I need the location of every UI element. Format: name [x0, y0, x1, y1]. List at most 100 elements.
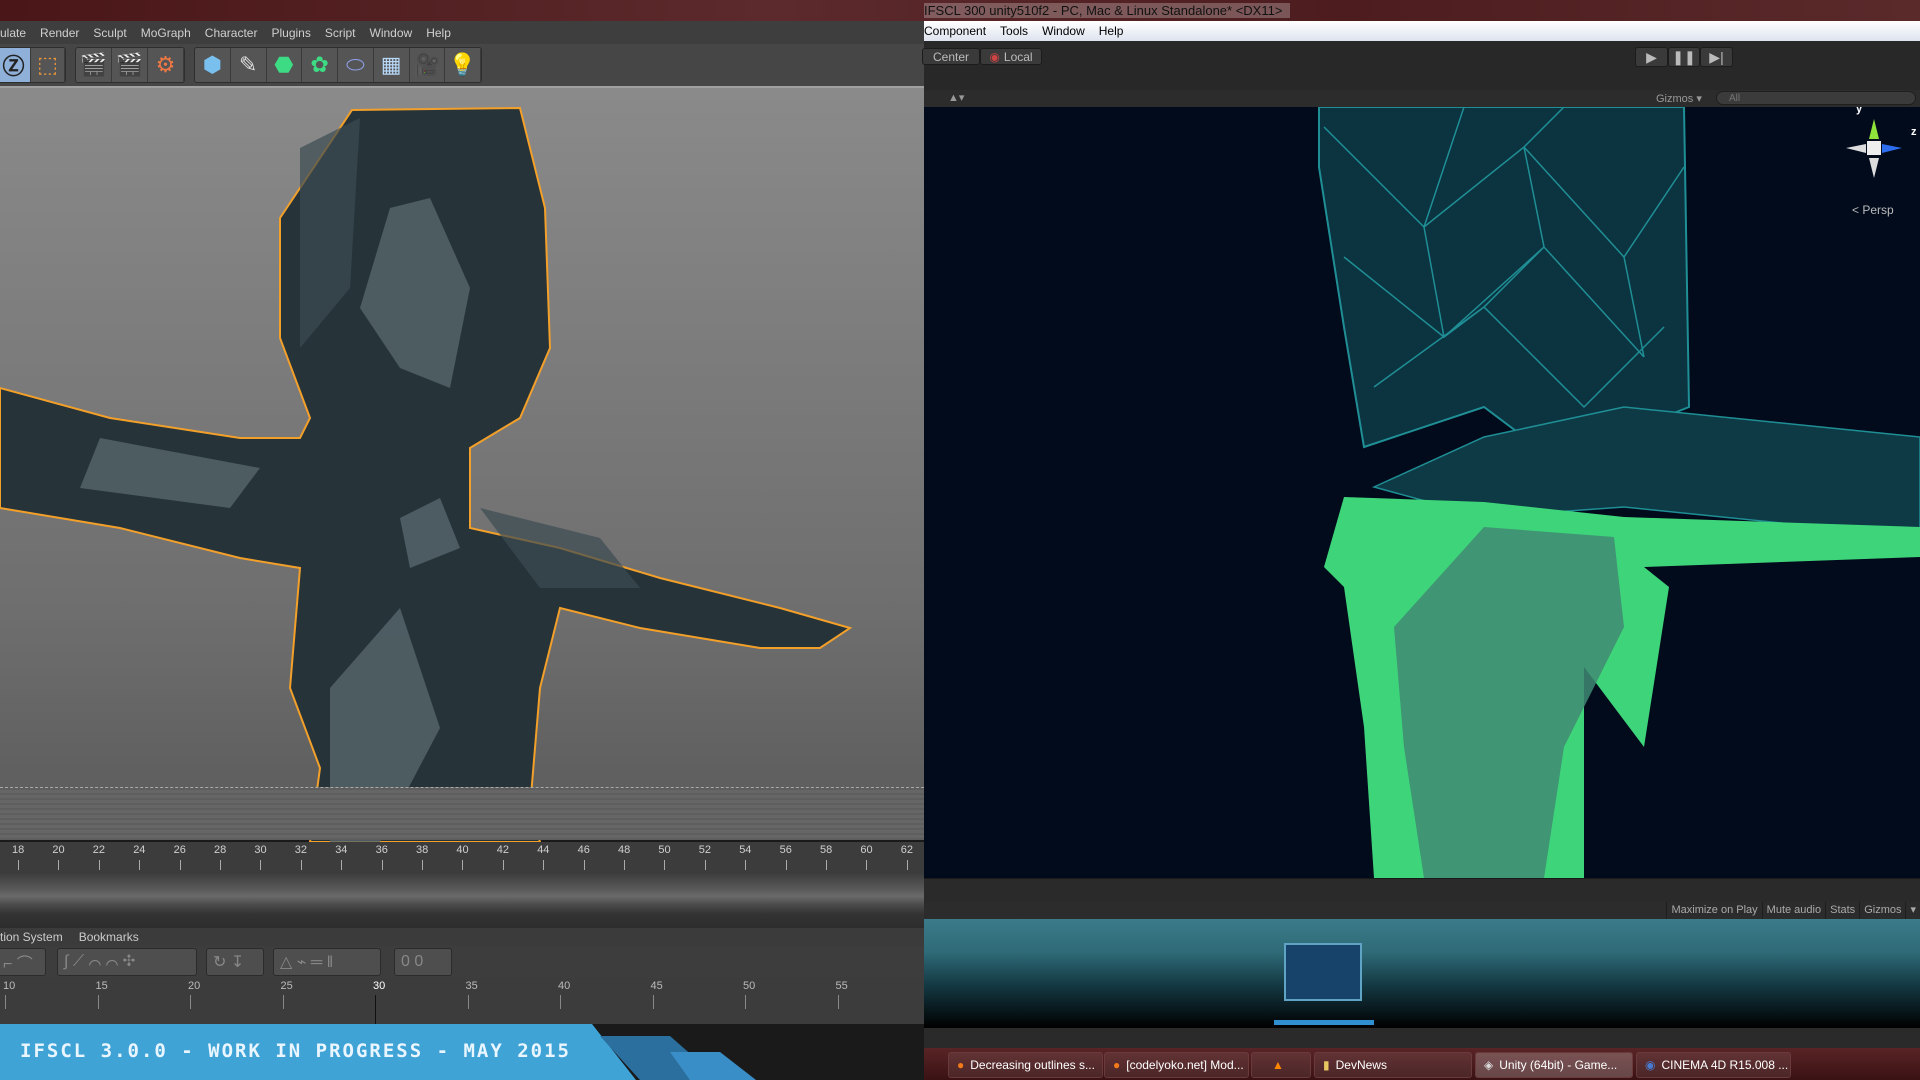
- persp-label: Persp: [1862, 203, 1894, 217]
- cube-icon[interactable]: ⬢: [195, 48, 231, 82]
- tab-motion-system[interactable]: tion System: [0, 930, 63, 944]
- timeline-ruler[interactable]: 18 20 22 24 26 28 30 32 34 36 38 40 42 44 46 48 50 52 54 56…: [0, 842, 924, 872]
- timeline-tick: [18, 860, 19, 870]
- timeline-tick-label: 54: [739, 844, 752, 856]
- timeline-tick: [704, 860, 706, 870]
- scene-search-input[interactable]: [1716, 91, 1916, 105]
- step-button[interactable]: ▶|: [1700, 47, 1733, 67]
- fcurve-tick: [5, 995, 6, 1009]
- menu-render[interactable]: Render: [40, 26, 79, 40]
- game-gizmos-toggle[interactable]: Gizmos: [1859, 902, 1905, 919]
- timeline-tick-label: 26: [173, 844, 186, 856]
- deformer-icon[interactable]: ⬭: [338, 48, 374, 82]
- taskbar-item[interactable]: ◉ CINEMA 4D R15.008 ...: [1636, 1052, 1791, 1078]
- fcurve-tick-label: 40: [558, 980, 571, 992]
- zero-group[interactable]: 0 0: [394, 948, 452, 976]
- c4d-viewport[interactable]: [0, 86, 924, 843]
- play-button[interactable]: ▶: [1635, 47, 1668, 67]
- menu-help[interactable]: Help: [1099, 24, 1124, 38]
- fcurve-tick: [560, 995, 561, 1009]
- taskbar-item-label: [codelyoko.net] Mod...: [1126, 1058, 1244, 1072]
- firefox-icon: ●: [1113, 1058, 1121, 1072]
- tangent-group[interactable]: △ ⌁ ═ ‖: [273, 948, 381, 976]
- fcurve-toolbar: ⌐ ⌒ ∫ ⟋ ⌒ ⌒ ✣ ↻ ↧ △ ⌁ ═ ‖ 0 0: [0, 946, 924, 978]
- gizmos-dropdown[interactable]: Gizmos ▾: [1656, 92, 1702, 105]
- orientation-gizmo-icon[interactable]: [1844, 115, 1904, 185]
- menu-component[interactable]: Component: [924, 24, 986, 38]
- interpolation-group[interactable]: ∫ ⟋ ⌒ ⌒ ✣: [57, 948, 197, 976]
- array-icon[interactable]: ✿: [302, 48, 338, 82]
- timeline-tick-label: 44: [537, 844, 550, 856]
- render-mode-icon[interactable]: ▲▾: [948, 91, 964, 104]
- key-lock-group[interactable]: ↻ ↧: [206, 948, 264, 976]
- fcurve-tick-label: 55: [835, 980, 848, 992]
- render-settings-icon[interactable]: ⚙: [148, 48, 184, 82]
- stats-toggle[interactable]: Stats: [1825, 902, 1859, 919]
- maximize-on-play-toggle[interactable]: Maximize on Play: [1666, 902, 1761, 919]
- timeline-tick-label: 56: [779, 844, 792, 856]
- cinema4d-icon: ◉: [1645, 1058, 1656, 1072]
- timeline-tick: [381, 860, 383, 870]
- floor-icon[interactable]: ▦: [374, 48, 410, 82]
- light-icon[interactable]: 💡: [445, 48, 481, 82]
- menu-window[interactable]: Window: [1042, 24, 1085, 38]
- local-icon: ◉: [989, 49, 1000, 64]
- game-preview-screen: [1284, 943, 1362, 1001]
- taskbar-item[interactable]: ▮ DevNews: [1314, 1052, 1472, 1078]
- menu-mograph[interactable]: MoGraph: [141, 26, 191, 40]
- scene-view[interactable]: y z < Persp: [924, 107, 1920, 878]
- menu-sculpt[interactable]: Sculpt: [93, 26, 126, 40]
- fcurve-ruler[interactable]: 10 15 20 25 30 35 40 45 50 55: [0, 978, 924, 1025]
- menu-script[interactable]: Script: [325, 26, 356, 40]
- subdivision-icon[interactable]: ⬣: [267, 48, 303, 82]
- fcurve-tick: [652, 995, 654, 1009]
- menu-help[interactable]: Help: [426, 26, 451, 40]
- coord-group: Ⓩ ⬚: [0, 47, 66, 83]
- taskbar-item[interactable]: ◈ Unity (64bit) - Game...: [1475, 1052, 1633, 1078]
- gizmos-label: Gizmos: [1656, 93, 1694, 105]
- menu-tools[interactable]: Tools: [1000, 24, 1028, 38]
- taskbar: ● Decreasing outlines s... ● [codelyoko.net…: [924, 1048, 1920, 1080]
- timeline-tick-label: 28: [214, 844, 227, 856]
- step-linear-group[interactable]: ⌐ ⌒: [0, 948, 46, 976]
- timeline-tick-label: 40: [456, 844, 469, 856]
- fcurve-tick: [97, 995, 99, 1009]
- gizmos-dropdown-icon[interactable]: ▾: [1905, 902, 1920, 919]
- render-view-icon[interactable]: 🎬: [76, 48, 112, 82]
- menu-character[interactable]: Character: [205, 26, 258, 40]
- taskbar-item-label: Unity (64bit) - Game...: [1499, 1058, 1618, 1072]
- spline-pen-icon[interactable]: ✎: [231, 48, 267, 82]
- menu-plugins[interactable]: Plugins: [271, 26, 310, 40]
- menu-simulate[interactable]: ulate: [0, 26, 26, 40]
- projection-toggle[interactable]: < Persp: [1852, 203, 1894, 217]
- axis-y-label: y: [1856, 107, 1863, 115]
- taskbar-item[interactable]: ● Decreasing outlines s...: [948, 1052, 1103, 1078]
- pause-button[interactable]: ❚❚: [1668, 47, 1700, 67]
- game-view[interactable]: [924, 919, 1920, 1028]
- unity-icon: ◈: [1484, 1058, 1494, 1072]
- menu-window[interactable]: Window: [370, 26, 413, 40]
- world-coord-icon[interactable]: ⬚: [31, 48, 65, 82]
- mute-audio-toggle[interactable]: Mute audio: [1761, 902, 1825, 919]
- timeline-tick-label: 52: [698, 844, 712, 856]
- taskbar-item[interactable]: ● [codelyoko.net] Mod...: [1104, 1052, 1249, 1078]
- render-group: 🎬 🎬 ⚙: [75, 47, 185, 83]
- timeline-tick-label: 18: [12, 844, 25, 856]
- play-icon: ▶: [1646, 48, 1657, 65]
- z-axis-lock-icon[interactable]: Ⓩ: [0, 48, 31, 82]
- camera-icon[interactable]: 🎥: [410, 48, 446, 82]
- timeline-tick-label: 30: [254, 844, 267, 856]
- timeline-tick-label: 62: [900, 844, 914, 856]
- taskbar-item-label: Decreasing outlines s...: [970, 1058, 1095, 1072]
- tab-bookmarks[interactable]: Bookmarks: [79, 930, 139, 944]
- axis-z-label: z: [1911, 126, 1917, 138]
- fcurve-tick: [190, 995, 191, 1009]
- timeline-slider[interactable]: [0, 872, 924, 932]
- timeline-tick-label: 46: [577, 844, 590, 856]
- taskbar-item[interactable]: ▲: [1251, 1052, 1311, 1078]
- pivot-center-button[interactable]: Center: [922, 48, 980, 65]
- pivot-local-button[interactable]: ◉ Local: [980, 48, 1042, 65]
- fcurve-tick-label: 50: [743, 980, 756, 992]
- render-picture-icon[interactable]: 🎬: [112, 48, 148, 82]
- timeline-tick-label: 50: [658, 844, 671, 856]
